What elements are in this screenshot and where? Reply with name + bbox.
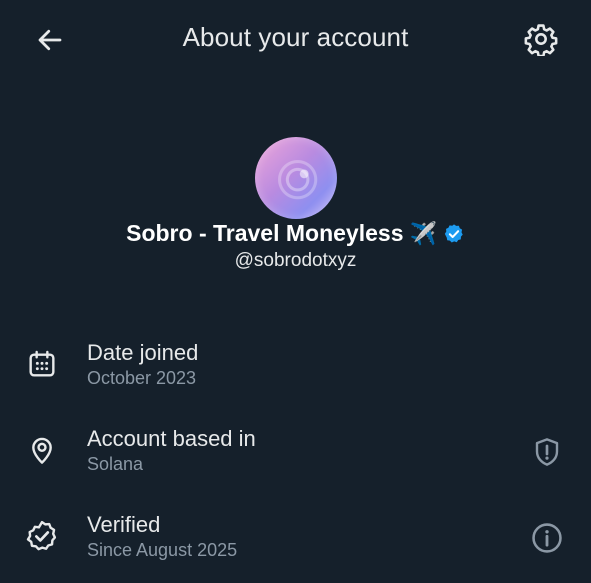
row-title: Verified <box>87 512 161 537</box>
row-subtitle: October 2023 <box>87 368 197 388</box>
row-subtitle: Solana <box>87 454 144 474</box>
calendar-icon <box>22 344 62 384</box>
info-row-verified: Verified Since August 2025 <box>0 504 591 576</box>
verified-check-icon <box>22 516 62 556</box>
shield-alert-icon <box>535 438 559 466</box>
handle: @sobrodotxyz <box>234 250 357 271</box>
info-icon <box>532 523 562 553</box>
info-row-date-joined: Date joined October 2023 <box>0 332 591 404</box>
settings-button[interactable] <box>518 16 564 62</box>
row-subtitle: Since August 2025 <box>87 540 238 560</box>
info-button[interactable] <box>527 518 567 558</box>
verified-badge-icon[interactable] <box>443 223 465 245</box>
info-row-account-based-in: Account based in Solana <box>0 418 591 490</box>
gear-icon <box>524 24 558 56</box>
airplane-emoji: ✈️ <box>409 220 437 246</box>
page-title: About your account <box>182 22 409 52</box>
top-bar: About your account <box>0 0 591 78</box>
avatar[interactable] <box>255 137 337 219</box>
display-name-text: Sobro - Travel Moneyless <box>126 220 404 246</box>
shield-alert-button[interactable] <box>527 432 567 472</box>
row-title: Date joined <box>87 340 199 365</box>
location-pin-icon <box>22 430 62 470</box>
row-title: Account based in <box>87 426 256 451</box>
profile-name: Sobro - Travel Moneyless ✈️ <box>0 220 591 247</box>
